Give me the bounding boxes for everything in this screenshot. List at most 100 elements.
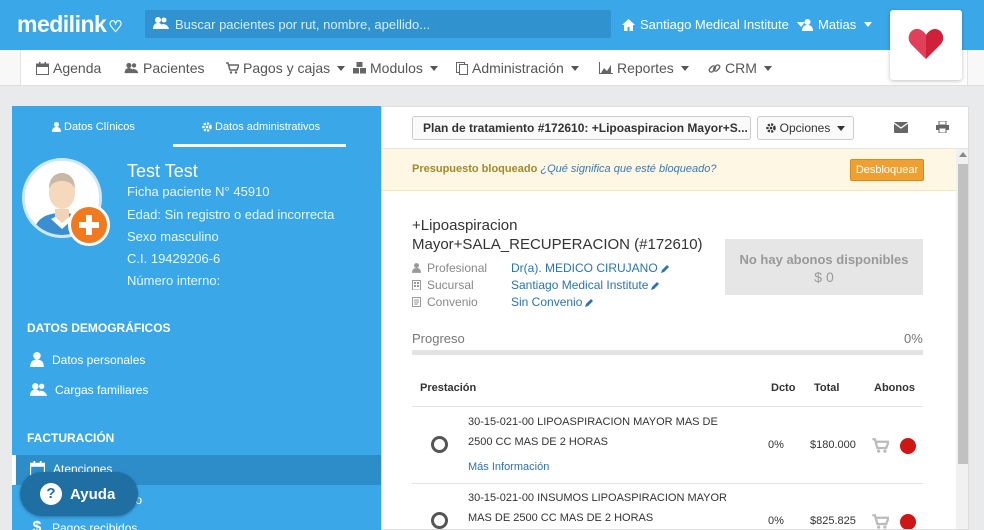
sucursal-link[interactable]: Santiago Medical Institute: [511, 278, 660, 292]
heartbeat-icon: ♡: [108, 19, 123, 36]
nav-pacientes[interactable]: Pacientes: [124, 60, 204, 76]
treatment-toolbar: Plan de tratamiento #172610: +Lipoaspira…: [382, 107, 968, 149]
link-icon: [708, 63, 721, 73]
pencil-icon: [585, 298, 594, 307]
progress-percent: 0%: [904, 331, 923, 346]
patient-name: Test Test: [127, 161, 198, 181]
status-dot: [900, 514, 916, 529]
patient-edad: Edad: Sin registro o edad incorrecta: [127, 207, 335, 222]
chevron-down-icon: [837, 125, 846, 131]
abonos-box: No hay abonos disponibles $ 0: [725, 239, 923, 295]
header-divider: [412, 406, 923, 407]
locked-budget-alert: Presupuesto bloqueado ¿Qué significa que…: [382, 149, 956, 191]
sidebar-item-datos-personales[interactable]: Datos personales: [30, 352, 145, 367]
scrollbar[interactable]: [956, 149, 968, 529]
add-photo-icon[interactable]: [68, 204, 110, 246]
patient-search[interactable]: [145, 10, 611, 38]
search-input[interactable]: [175, 10, 605, 38]
tab-datos-administrativos[interactable]: Datos administrativos: [202, 121, 320, 133]
row-total: $180.000: [810, 439, 856, 451]
chevron-down-icon: [429, 65, 438, 71]
chevron-down-icon: [864, 22, 873, 27]
patient-ficha: Ficha paciente N° 45910: [127, 184, 270, 199]
users-icon: [153, 17, 169, 29]
chevron-down-icon: [763, 65, 772, 71]
building-icon: [412, 280, 421, 290]
file-icon: [412, 297, 421, 307]
top-bar: medilink♡ Santiago Medical Institute Mat…: [0, 0, 984, 50]
scroll-up-arrow-icon[interactable]: [959, 152, 967, 157]
chevron-down-icon: [680, 65, 689, 71]
lock-label: Presupuesto bloqueado: [412, 163, 538, 175]
treatment-panel: Plan de tratamiento #172610: +Lipoaspira…: [381, 106, 969, 530]
question-icon: ?: [40, 483, 62, 505]
profesional-link[interactable]: Dr(a). MEDICO CIRUJANO: [511, 261, 670, 275]
pencil-icon: [660, 264, 669, 273]
sidebar-item-pagos-recibidos[interactable]: $ Pagos recibidos: [30, 519, 138, 530]
heart-icon: [908, 29, 944, 59]
detail-convenio: Convenio Sin Convenio: [412, 295, 594, 309]
nav-agenda[interactable]: Agenda: [36, 60, 101, 76]
col-prestacion: Prestación: [420, 382, 477, 394]
tab-datos-clinicos[interactable]: Datos Clínicos: [52, 121, 135, 133]
main-nav: Agenda Pacientes Pagos y cajas Modulos A…: [0, 50, 984, 86]
patient-tabs: Datos Clínicos Datos administrativos: [12, 106, 381, 148]
options-button[interactable]: Opciones: [757, 116, 854, 140]
app-logo[interactable]: medilink ♡: [17, 11, 123, 38]
patient-sexo: Sexo masculino: [127, 229, 219, 244]
detail-sucursal: Sucursal Santiago Medical Institute: [412, 278, 660, 292]
plan-selector-button[interactable]: Plan de tratamiento #172610: +Lipoaspira…: [412, 116, 751, 140]
row-select-radio[interactable]: [431, 436, 448, 453]
gear-icon: [765, 123, 776, 133]
active-tab-indicator: [173, 144, 346, 147]
dollar-icon: $: [32, 519, 42, 530]
user-md-icon: [52, 122, 61, 132]
row-dcto: 0%: [768, 515, 784, 527]
nav-administracion[interactable]: Administración: [456, 60, 579, 76]
pencil-icon: [651, 281, 660, 290]
progress-label: Progreso: [412, 331, 465, 346]
scrollbar-thumb[interactable]: [958, 164, 968, 464]
institution-name: Santiago Medical Institute: [640, 17, 789, 32]
more-info-link[interactable]: Más Información: [468, 461, 549, 473]
row-divider: [412, 483, 923, 484]
cart-icon: [226, 62, 239, 74]
gear-icon: [202, 122, 212, 132]
cart-icon[interactable]: [872, 438, 889, 453]
user-icon: [802, 18, 813, 31]
lock-help-link[interactable]: ¿Qué significa que esté bloqueado?: [540, 163, 716, 175]
user-menu[interactable]: Matias: [802, 17, 873, 32]
patient-panel: Datos Clínicos Datos administrativos Tes…: [12, 106, 381, 530]
users-icon: [30, 383, 47, 396]
chevron-down-icon: [337, 65, 346, 71]
col-total: Total: [814, 382, 840, 394]
cubes-icon: [353, 62, 366, 74]
col-abonos: Abonos: [874, 382, 915, 394]
row-description: 30-15-021-00 LIPOASPIRACION MAYOR MAS DE…: [468, 416, 718, 448]
area-chart-icon: [599, 62, 613, 74]
plan-title: +Lipoaspiracion Mayor+SALA_RECUPERACION …: [412, 217, 703, 253]
envelope-icon[interactable]: [894, 122, 908, 133]
nav-pagos[interactable]: Pagos y cajas: [226, 60, 346, 76]
help-button[interactable]: ? Ayuda: [20, 472, 138, 516]
col-dcto: Dcto: [771, 382, 796, 394]
patient-ci: C.I. 19429206-6: [127, 251, 221, 266]
unlock-button[interactable]: Desbloquear: [850, 159, 924, 181]
row-dcto: 0%: [768, 439, 784, 451]
home-icon: [622, 18, 635, 31]
cart-icon[interactable]: [872, 514, 889, 529]
nav-crm[interactable]: CRM: [708, 60, 772, 76]
convenio-link[interactable]: Sin Convenio: [511, 295, 594, 309]
row-select-radio[interactable]: [431, 512, 448, 529]
row-total: $825.825: [810, 515, 856, 527]
patient-numero-interno: Número interno:: [127, 273, 221, 288]
nav-modulos[interactable]: Modulos: [353, 60, 438, 76]
nav-reportes[interactable]: Reportes: [599, 60, 689, 76]
app-heart-button[interactable]: [890, 10, 962, 80]
detail-profesional: Profesional Dr(a). MEDICO CIRUJANO: [412, 261, 670, 275]
sidebar-item-cargas-familiares[interactable]: Cargas familiares: [30, 382, 148, 397]
user-name: Matias: [818, 17, 857, 32]
row-description: 30-15-021-00 INSUMOS LIPOASPIRACION MAYO…: [468, 492, 727, 524]
institution-selector[interactable]: Santiago Medical Institute: [622, 17, 805, 32]
print-icon[interactable]: [936, 121, 949, 133]
